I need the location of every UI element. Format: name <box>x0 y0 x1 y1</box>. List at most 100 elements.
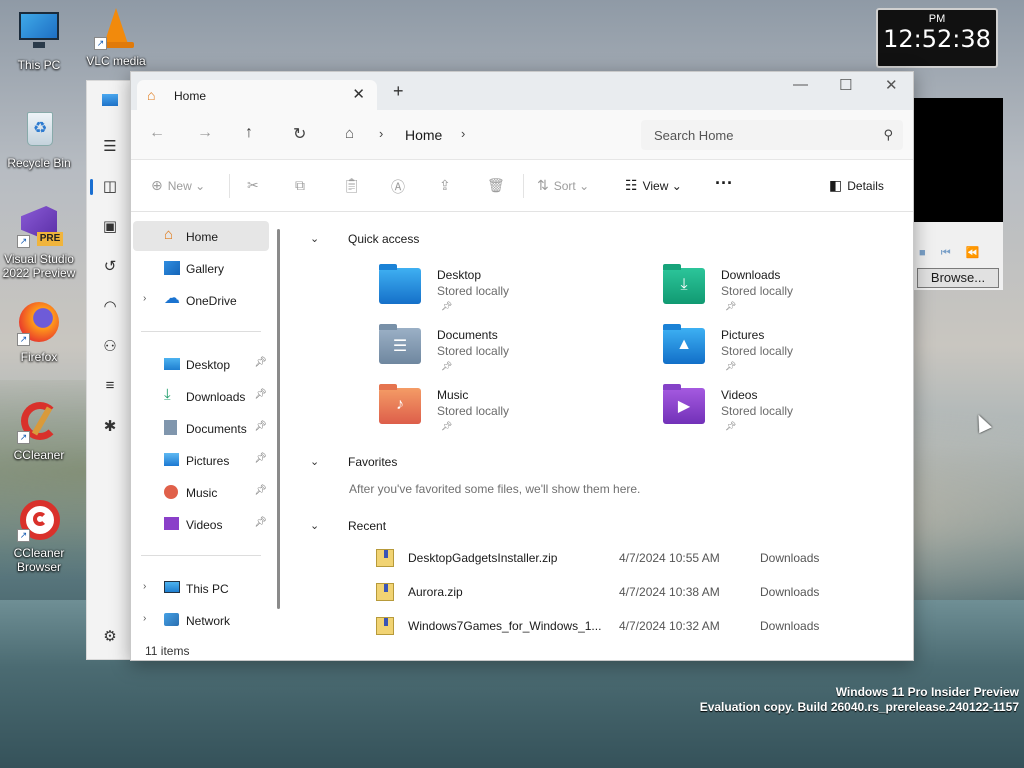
delete-icon[interactable]: 🗑︎ <box>487 177 510 194</box>
browse-button[interactable]: Browse... <box>917 268 999 288</box>
vlc-cone-icon: ↗ <box>94 6 138 50</box>
desktop-icon-ccleaner-browser[interactable]: ↗ CCleaner Browser <box>1 498 77 574</box>
search-input[interactable]: Search Home ⚲ <box>641 120 903 150</box>
chevron-right-icon[interactable]: › <box>143 293 146 304</box>
people-icon[interactable]: ⚇ <box>87 337 133 355</box>
divider <box>229 174 230 198</box>
activity-icon[interactable]: ▣ <box>87 217 133 235</box>
more-options-button[interactable]: ··· <box>715 173 733 194</box>
rename-icon[interactable]: Ⓐ <box>391 177 410 197</box>
sort-button[interactable]: ⇅ Sort ⌄ <box>537 177 589 194</box>
desktop-icon-visual-studio[interactable]: PRE ↗ Visual Studio 2022 Preview <box>1 204 77 280</box>
settings-icon[interactable]: ⚙ <box>87 627 133 645</box>
divider <box>141 331 261 332</box>
recent-file-row[interactable]: Aurora.zip 4/7/2024 10:38 AM Downloads <box>376 581 836 605</box>
copy-icon[interactable]: ⧉ <box>295 177 310 194</box>
pin-icon: 📌︎ <box>441 421 453 431</box>
view-button[interactable]: ☷ View ⌄ <box>625 177 682 194</box>
pictures-icon <box>164 453 179 466</box>
list-icon[interactable]: ≡ <box>87 377 133 394</box>
plus-circle-icon: ⊕ <box>151 177 163 193</box>
sort-icon: ⇅ <box>537 177 549 193</box>
visual-studio-icon: PRE ↗ <box>17 204 63 248</box>
shortcut-arrow-icon: ↗ <box>17 529 30 542</box>
nav-item-desktop[interactable]: Desktop 📌︎ <box>133 349 269 379</box>
refresh-button[interactable]: ↻ <box>293 124 306 144</box>
share-icon[interactable]: ⇪ <box>439 177 456 194</box>
nav-item-pictures[interactable]: Pictures 📌︎ <box>133 445 269 475</box>
desktop-icon-vlc[interactable]: ↗ VLC media <box>78 6 154 68</box>
details-button[interactable]: ◧ Details <box>829 177 884 194</box>
music-folder-icon: ♪ <box>379 384 421 424</box>
divider <box>523 174 524 198</box>
up-button[interactable]: ↑ <box>245 124 253 142</box>
onedrive-cloud-icon: ☁ <box>164 290 180 307</box>
firefox-icon: ↗ <box>17 302 61 346</box>
back-button[interactable]: ← <box>149 124 165 142</box>
nav-item-onedrive[interactable]: › ☁ OneDrive <box>133 285 269 315</box>
ccleaner-browser-icon: ↗ <box>17 498 61 542</box>
close-tab-icon[interactable]: ✕ <box>352 85 365 103</box>
pictures-folder-icon: ▲ <box>663 324 705 364</box>
pin-icon: 📌︎ <box>725 421 737 431</box>
chevron-down-icon[interactable]: ⌄ <box>310 519 319 532</box>
hamburger-icon[interactable]: ☰ <box>87 137 133 155</box>
nav-scrollbar[interactable] <box>277 229 280 609</box>
breadcrumb-home[interactable]: Home <box>405 127 442 143</box>
desktop-icon-this-pc[interactable]: This PC <box>1 10 77 72</box>
quick-access-downloads[interactable]: ⤓ Downloads Stored locally 📌︎ <box>663 264 883 324</box>
chevron-down-icon[interactable]: ⌄ <box>310 455 319 468</box>
nav-item-this-pc[interactable]: › This PC <box>133 573 269 603</box>
quick-access-music[interactable]: ♪ Music Stored locally 📌︎ <box>379 384 599 444</box>
clock-ampm: PM <box>928 13 946 25</box>
layout-icon[interactable]: ◫ <box>87 177 133 195</box>
chevron-right-icon[interactable]: › <box>143 613 146 624</box>
desktop-icon-ccleaner[interactable]: ↗ CCleaner <box>1 400 77 462</box>
paste-icon[interactable]: 📋︎ <box>343 177 366 194</box>
shortcut-arrow-icon: ↗ <box>17 235 30 248</box>
nav-item-home[interactable]: ⌂ Home <box>133 221 269 251</box>
nav-item-gallery[interactable]: Gallery <box>133 253 269 283</box>
pin-icon: 📌︎ <box>254 357 267 368</box>
vlc-window-partial[interactable]: ■ ⏮ ⏪ Browse... <box>913 98 1003 290</box>
cut-icon[interactable]: ✂ <box>247 177 264 194</box>
new-button[interactable]: ⊕ New ⌄ <box>151 177 205 194</box>
recent-file-row[interactable]: DesktopGadgetsInstaller.zip 4/7/2024 10:… <box>376 547 836 571</box>
nav-item-downloads[interactable]: ⤓ Downloads 📌︎ <box>133 381 269 411</box>
navigation-pane: ⌂ Home Gallery › ☁ OneDrive Desktop 📌︎ ⤓… <box>131 213 285 641</box>
favorites-empty-message: After you've favorited some files, we'll… <box>349 482 641 496</box>
home-icon: ⌂ <box>164 226 174 243</box>
quick-access-documents[interactable]: ☰ Documents Stored locally 📌︎ <box>379 324 599 384</box>
vlc-controls[interactable]: ■ ⏮ ⏪ <box>913 246 985 260</box>
minimize-button[interactable]: — <box>793 76 808 93</box>
nav-item-music[interactable]: Music 📌︎ <box>133 477 269 507</box>
pin-icon: 📌︎ <box>441 301 453 311</box>
desktop-icon-firefox[interactable]: ↗ Firefox <box>1 302 77 364</box>
photos-icon[interactable] <box>87 93 133 110</box>
file-explorer-window: ⌂ Home ✕ + — ☐ ✕ ← → ↑ ↻ ⌂ › Home › Sear… <box>130 71 914 661</box>
command-bar: ⊕ New ⌄ ✂ ⧉ 📋︎ Ⓐ ⇪ 🗑︎ ⇅ Sort ⌄ ☷ View ⌄ ···… <box>131 160 913 212</box>
tab-home[interactable]: ⌂ Home ✕ <box>137 80 377 110</box>
recent-file-row[interactable]: Windows7Games_for_Windows_1... 4/7/2024 … <box>376 615 836 639</box>
chevron-right-icon[interactable]: › <box>461 126 465 141</box>
quick-access-videos[interactable]: ▶ Videos Stored locally 📌︎ <box>663 384 883 444</box>
breadcrumb[interactable]: ⌂ › Home › <box>331 120 627 150</box>
maximize-button[interactable]: ☐ <box>839 76 852 94</box>
history-icon[interactable]: ↺ <box>87 257 133 275</box>
quick-access-desktop[interactable]: Desktop Stored locally 📌︎ <box>379 264 599 324</box>
forward-button[interactable]: → <box>197 124 213 142</box>
pin-icon: 📌︎ <box>441 361 453 371</box>
new-tab-button[interactable]: + <box>393 81 404 102</box>
chevron-right-icon[interactable]: › <box>143 581 146 592</box>
close-window-button[interactable]: ✕ <box>885 76 898 94</box>
pin-icon: 📌︎ <box>254 389 267 400</box>
quick-access-pictures[interactable]: ▲ Pictures Stored locally 📌︎ <box>663 324 883 384</box>
desktop-icon-recycle-bin[interactable]: ♻ Recycle Bin <box>1 108 77 170</box>
nav-item-documents[interactable]: Documents 📌︎ <box>133 413 269 443</box>
chevron-down-icon[interactable]: ⌄ <box>310 232 319 245</box>
nav-item-network[interactable]: › Network <box>133 605 269 635</box>
shortcut-arrow-icon: ↗ <box>94 37 107 50</box>
extension-icon[interactable]: ✱ <box>87 417 133 435</box>
nav-item-videos[interactable]: Videos 📌︎ <box>133 509 269 539</box>
speed-icon[interactable]: ◠ <box>87 297 133 315</box>
